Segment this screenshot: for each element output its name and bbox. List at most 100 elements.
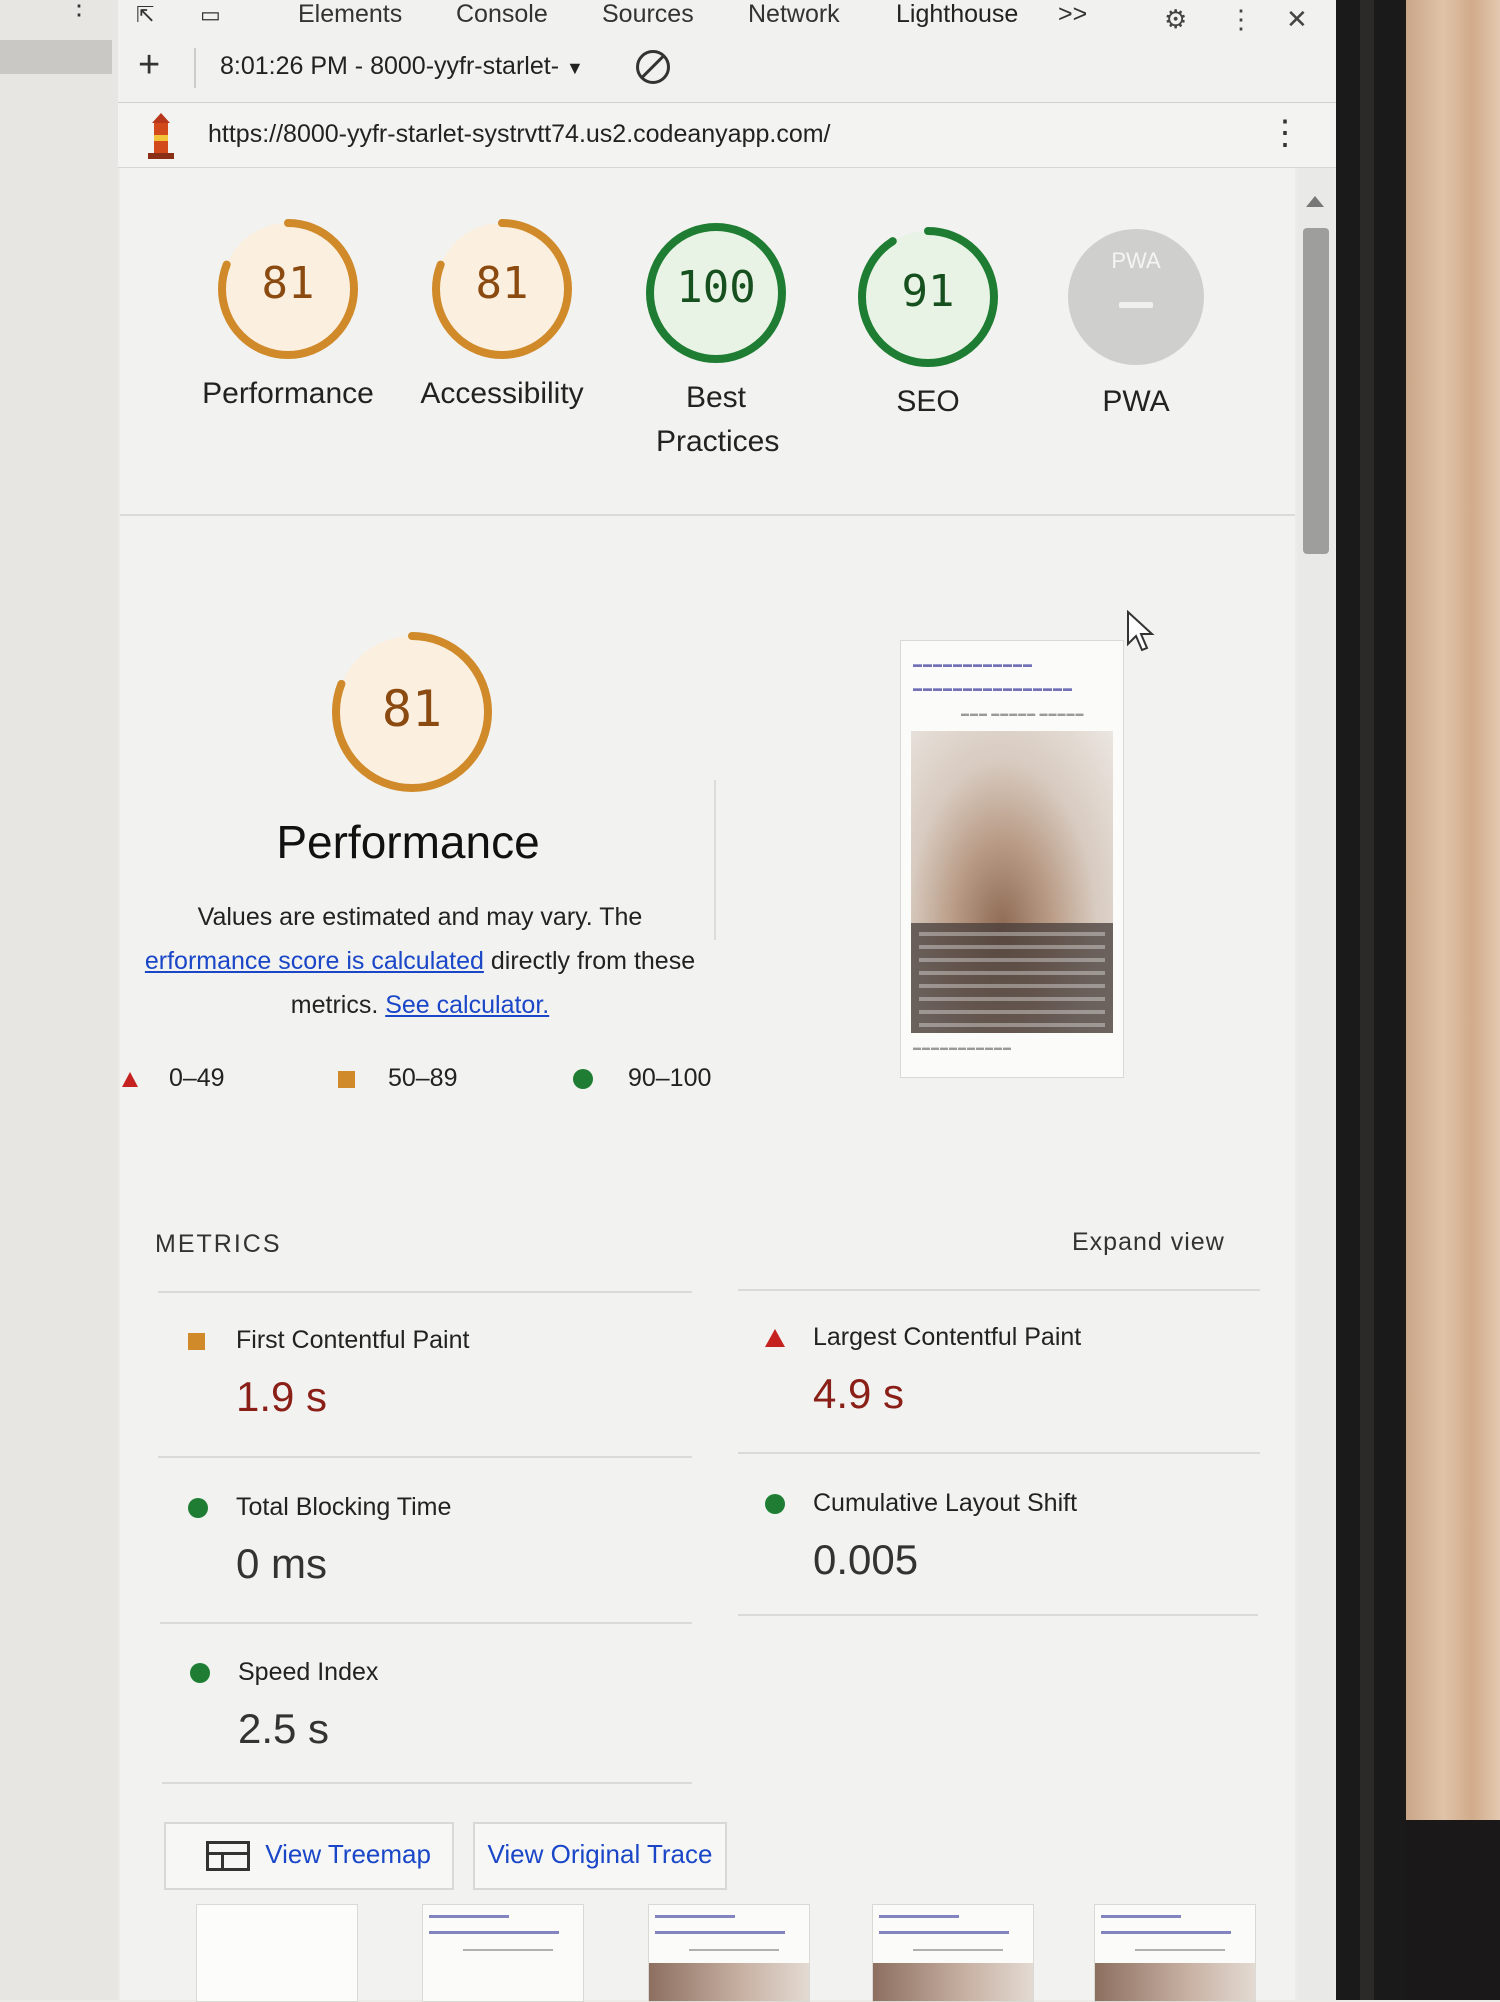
- tab-elements[interactable]: Elements: [298, 0, 402, 38]
- lighthouse-logo-icon: [144, 111, 178, 166]
- report-url[interactable]: https://8000-yyfr-starlet-systrvtt74.us2…: [208, 120, 831, 149]
- desc-line-2-rest: directly from these: [483, 947, 696, 975]
- section-divider: [120, 514, 1295, 516]
- view-treemap-label: View Treemap: [265, 1839, 431, 1869]
- tab-network[interactable]: Network: [748, 0, 840, 38]
- pass-circle-icon: [188, 1498, 208, 1519]
- left-gutter: ⋮: [0, 0, 118, 2000]
- metric-value: 4.9 s: [813, 1370, 905, 1417]
- filmstrip-frame: [422, 1904, 584, 2002]
- legend-fail: 0–49: [122, 1064, 225, 1093]
- close-icon[interactable]: ✕: [1286, 4, 1308, 35]
- desc-line-1: Values are estimated and may vary. The: [197, 903, 643, 931]
- final-screenshot[interactable]: ▬▬▬▬▬▬▬▬▬▬▬▬ ▬▬▬▬▬▬▬▬▬▬▬▬▬▬▬▬ ▬▬▬ ▬▬▬▬▬ …: [900, 640, 1124, 1078]
- treemap-icon: [206, 1841, 250, 1872]
- metric-name: Cumulative Layout Shift: [813, 1489, 1078, 1517]
- gear-icon[interactable]: ⚙: [1164, 4, 1187, 35]
- performance-description: Values are estimated and may vary. The e…: [120, 895, 720, 1027]
- desc-line-3: metrics. See calculator.: [120, 983, 720, 1027]
- metric-divider: [738, 1289, 1260, 1291]
- view-original-trace-button[interactable]: View Original Trace: [473, 1822, 727, 1890]
- clear-icon[interactable]: [636, 50, 670, 84]
- performance-big-gauge: 81: [328, 628, 496, 796]
- see-calculator-link[interactable]: See calculator.: [385, 991, 549, 1019]
- wall-background: [1406, 0, 1500, 2000]
- scroll-up-arrow-icon[interactable]: [1306, 196, 1324, 207]
- metric-name: Largest Contentful Paint: [813, 1323, 1082, 1351]
- gauge-score: 81: [261, 258, 315, 309]
- screenshot-line: ▬▬▬ ▬▬▬▬▬ ▬▬▬▬▬: [961, 709, 1085, 718]
- view-treemap-button[interactable]: View Treemap: [164, 1822, 454, 1890]
- monitor-bezel-edge: [1360, 0, 1374, 2000]
- more-tabs-icon[interactable]: >>: [1058, 0, 1087, 38]
- metric-value: 2.5 s: [238, 1705, 330, 1752]
- gauge-best-practices[interactable]: 100 Best Practices: [626, 218, 806, 464]
- new-report-button[interactable]: +: [138, 44, 160, 87]
- monitor-corner: [1406, 1820, 1500, 2000]
- devtools-tabbar: ⇱ ▭ Elements Console Sources Network Lig…: [118, 0, 1336, 41]
- report-selector[interactable]: 8:01:26 PM - 8000-yyfr-starlet- ▼: [220, 52, 584, 81]
- legend-pass: 90–100: [573, 1064, 711, 1093]
- report-menu-icon[interactable]: ⋮: [1268, 113, 1302, 153]
- gauge-label: PWA: [1102, 385, 1170, 418]
- metric-divider: [738, 1614, 1258, 1616]
- pwa-badge-text: PWA: [1111, 248, 1161, 273]
- pwa-badge-icon: [1068, 229, 1204, 365]
- fail-triangle-icon: [765, 1329, 785, 1348]
- metric-divider: [162, 1782, 692, 1784]
- average-square-icon: [338, 1070, 355, 1088]
- report-url-bar: https://8000-yyfr-starlet-systrvtt74.us2…: [118, 103, 1336, 168]
- metric-cls: Cumulative Layout Shift 0.005: [765, 1489, 1285, 1584]
- metric-fcp: First Contentful Paint 1.9 s: [188, 1326, 708, 1421]
- metric-value: 1.9 s: [236, 1373, 328, 1420]
- metric-name: Speed Index: [238, 1658, 379, 1686]
- metric-value: 0.005: [813, 1536, 919, 1583]
- metric-divider: [158, 1291, 692, 1293]
- report-timestamp: 8:01:26 PM - 8000-yyfr-starlet-: [220, 52, 560, 80]
- performance-title: Performance: [276, 816, 540, 868]
- metric-lcp: Largest Contentful Paint 4.9 s: [765, 1323, 1285, 1418]
- gauge-seo[interactable]: 91 SEO: [838, 222, 1018, 424]
- gauge-label: Accessibility: [420, 377, 584, 410]
- chevron-down-icon: ▼: [565, 58, 584, 78]
- legend-range: 0–49: [168, 1064, 225, 1092]
- gauge-performance[interactable]: 81 Performance: [188, 214, 388, 416]
- separator: [194, 48, 196, 88]
- metric-divider: [158, 1456, 692, 1458]
- average-square-icon: [188, 1332, 205, 1350]
- gauge-pwa[interactable]: PWA PWA: [1046, 222, 1226, 424]
- expand-view-toggle[interactable]: Expand view: [1072, 1228, 1225, 1257]
- scrollbar-thumb[interactable]: [1303, 228, 1329, 554]
- gauge-score: 91: [901, 266, 955, 317]
- gauge-label: Performance: [202, 377, 374, 410]
- lighthouse-session-bar: + 8:01:26 PM - 8000-yyfr-starlet- ▼: [118, 38, 1336, 103]
- metric-name: First Contentful Paint: [236, 1326, 470, 1354]
- filmstrip-frame: [648, 1904, 810, 2002]
- screenshot-line: ▬▬▬▬▬▬▬▬▬▬▬: [913, 1043, 1012, 1052]
- metric-value: 0 ms: [236, 1540, 328, 1587]
- tab-console[interactable]: Console: [456, 0, 548, 38]
- device-toolbar-icon[interactable]: ▭: [200, 2, 221, 28]
- score-calculated-link[interactable]: erformance score is calculated: [145, 947, 484, 975]
- fail-triangle-icon: [122, 1071, 138, 1087]
- desc-line-2: erformance score is calculated directly …: [120, 939, 720, 983]
- filmstrip-frame: [1094, 1904, 1256, 2002]
- tab-lighthouse[interactable]: Lighthouse: [876, 0, 1039, 41]
- mouse-cursor-icon: [1127, 610, 1155, 652]
- tab-sources[interactable]: Sources: [602, 0, 694, 38]
- kebab-menu-icon[interactable]: ⋮: [1228, 4, 1254, 35]
- metric-divider: [738, 1452, 1260, 1454]
- gauge-accessibility[interactable]: 81 Accessibility: [402, 214, 602, 416]
- gauge-score: 81: [475, 258, 529, 309]
- filmstrip-frame: [872, 1904, 1034, 2002]
- performance-score: 81: [381, 680, 443, 738]
- pass-circle-icon: [190, 1663, 210, 1684]
- filmstrip-frame: [196, 1904, 358, 2002]
- legend-average: 50–89: [338, 1064, 457, 1093]
- pass-circle-icon: [573, 1069, 593, 1090]
- legend-range: 50–89: [387, 1064, 458, 1092]
- inspect-element-icon[interactable]: ⇱: [136, 2, 154, 28]
- legend-range: 90–100: [627, 1064, 712, 1092]
- screenshot-line: ▬▬▬▬▬▬▬▬▬▬▬▬: [913, 659, 1033, 669]
- kebab-icon[interactable]: ⋮: [66, 0, 92, 18]
